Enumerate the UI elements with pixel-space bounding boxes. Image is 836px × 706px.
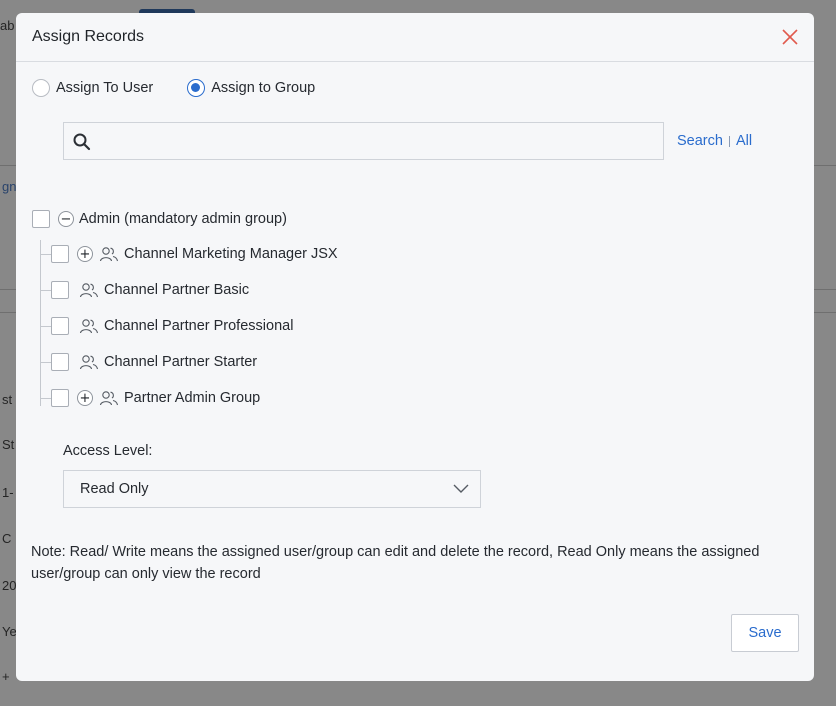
radio-assign-to-group[interactable]: Assign to Group xyxy=(187,79,315,97)
tree-connector xyxy=(40,240,41,406)
tree-row-channel-marketing-manager: + Channel Marketing Manager JSX xyxy=(51,242,338,266)
access-level-label: Access Level: xyxy=(63,443,153,459)
link-separator xyxy=(728,135,730,147)
tree-label: Channel Partner Professional xyxy=(104,318,294,334)
tree-label: Channel Marketing Manager JSX xyxy=(124,246,338,262)
tree-label: Channel Partner Basic xyxy=(104,282,250,298)
expand-toggle-icon[interactable]: + xyxy=(77,246,93,262)
assign-type-radio-group: Assign To User Assign to Group xyxy=(32,79,349,97)
close-button[interactable] xyxy=(780,27,800,47)
access-note: Note: Read/ Write means the assigned use… xyxy=(31,544,760,582)
checkbox-group[interactable] xyxy=(51,317,69,335)
close-icon xyxy=(782,29,798,45)
tree-label: Admin (mandatory admin group) xyxy=(79,211,287,227)
tree-label: Channel Partner Starter xyxy=(104,354,258,370)
tree-row-admin: − Admin (mandatory admin group) xyxy=(32,207,287,231)
checkbox-group[interactable] xyxy=(51,353,69,371)
dialog-title: Assign Records xyxy=(32,28,145,45)
checkbox-group[interactable] xyxy=(51,245,69,263)
assign-records-dialog: Assign Records Assign To User Assign to … xyxy=(16,13,814,681)
radio-circle-checked[interactable] xyxy=(187,79,206,97)
search-input[interactable] xyxy=(100,123,660,159)
group-icon xyxy=(79,319,99,334)
tree-row-channel-partner-professional: Channel Partner Professional xyxy=(51,314,293,338)
radio-circle[interactable] xyxy=(32,79,50,97)
expand-toggle-icon[interactable]: + xyxy=(77,390,93,406)
radio-assign-to-user[interactable]: Assign To User xyxy=(32,79,153,97)
group-icon xyxy=(99,247,119,262)
group-icon xyxy=(79,355,99,370)
collapse-toggle-icon[interactable]: − xyxy=(58,211,74,227)
all-link[interactable]: All xyxy=(736,133,752,149)
tree-row-channel-partner-basic: Channel Partner Basic xyxy=(51,278,249,302)
checkbox-group[interactable] xyxy=(51,389,69,407)
access-level-select[interactable]: Read Only xyxy=(63,470,481,508)
access-level-value: Read Only xyxy=(80,481,149,497)
search-icon xyxy=(73,133,91,151)
radio-label: Assign To User xyxy=(56,80,154,96)
checkbox-group[interactable] xyxy=(51,281,69,299)
group-icon xyxy=(99,391,119,406)
search-link[interactable]: Search xyxy=(677,133,723,149)
radio-label: Assign to Group xyxy=(211,80,316,96)
save-button[interactable]: Save xyxy=(731,614,799,652)
checkbox-admin[interactable] xyxy=(32,210,50,228)
tree-label: Partner Admin Group xyxy=(124,390,261,406)
search-links: Search All xyxy=(677,133,752,149)
tree-row-partner-admin-group: + Partner Admin Group xyxy=(51,386,260,410)
search-box xyxy=(63,122,664,160)
chevron-down-icon xyxy=(453,484,469,493)
tree-row-channel-partner-starter: Channel Partner Starter xyxy=(51,350,257,374)
group-icon xyxy=(79,283,99,298)
dialog-header: Assign Records xyxy=(16,13,814,62)
